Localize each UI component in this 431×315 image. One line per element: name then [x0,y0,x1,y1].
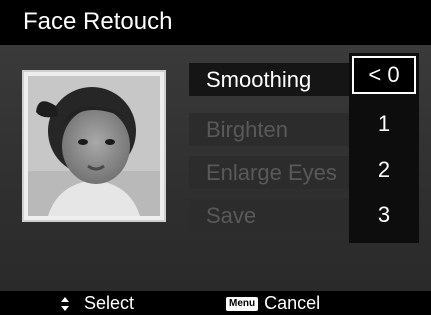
menu-item-enlarge-eyes[interactable]: Enlarge Eyes [189,156,354,189]
value-option-2[interactable]: 2 [349,157,419,183]
value-picker: < 0 1 2 3 [349,53,419,243]
face-photo-thumbnail [28,76,160,216]
photo-preview [22,70,166,222]
title-bar: Face Retouch [0,0,431,45]
menu-button-icon: Menu [226,296,259,311]
value-option-1[interactable]: 1 [349,111,419,137]
up-down-arrow-icon [61,296,69,311]
cancel-hint: Menu Cancel [226,293,320,314]
menu-item-save[interactable]: Save [189,199,354,232]
select-hint: Select [60,293,134,314]
menu-item-brighten[interactable]: Birghten [189,113,354,146]
value-option-current[interactable]: < 0 [352,56,416,94]
value-option-3[interactable]: 3 [349,202,419,228]
screen-title: Face Retouch [23,8,173,35]
menu-item-smoothing[interactable]: Smoothing [189,63,354,96]
select-hint-label: Select [84,293,135,313]
footer-hints: Select Menu Cancel [0,291,431,315]
cancel-hint-label: Cancel [264,293,321,313]
